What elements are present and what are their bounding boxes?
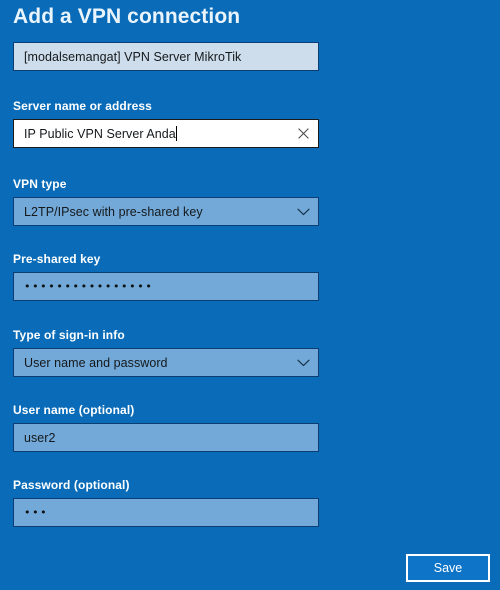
password-input[interactable]: ••• <box>13 498 319 527</box>
user-name-label: User name (optional) <box>13 403 135 417</box>
server-address-label: Server name or address <box>13 99 152 113</box>
server-address-value-wrap: IP Public VPN Server Anda <box>14 126 288 141</box>
field-pre-shared-key: Pre-shared key •••••••••••••••• <box>13 252 319 301</box>
field-signin-type: Type of sign-in info User name and passw… <box>13 328 319 377</box>
password-label: Password (optional) <box>13 478 130 492</box>
server-address-value: IP Public VPN Server Anda <box>24 127 176 141</box>
user-name-value: user2 <box>24 430 56 445</box>
chevron-down-icon[interactable] <box>288 349 318 376</box>
save-button[interactable]: Save <box>406 554 490 582</box>
vpn-type-value: L2TP/IPsec with pre-shared key <box>24 204 203 219</box>
pre-shared-key-value: •••••••••••••••• <box>24 280 154 293</box>
close-icon[interactable] <box>288 120 318 147</box>
page-title: Add a VPN connection <box>13 5 241 28</box>
field-password: Password (optional) ••• <box>13 478 319 527</box>
connection-name-input[interactable]: [modalsemangat] VPN Server MikroTik <box>13 42 319 71</box>
user-name-input[interactable]: user2 <box>13 423 319 452</box>
server-address-input[interactable]: IP Public VPN Server Anda <box>13 119 319 148</box>
signin-type-dropdown[interactable]: User name and password <box>13 348 319 377</box>
field-server-address: Server name or address IP Public VPN Ser… <box>13 99 319 148</box>
vpn-type-label: VPN type <box>13 177 67 191</box>
vpn-type-dropdown[interactable]: L2TP/IPsec with pre-shared key <box>13 197 319 226</box>
add-vpn-connection-dialog: Add a VPN connection [modalsemangat] VPN… <box>0 0 500 590</box>
connection-name-value: [modalsemangat] VPN Server MikroTik <box>24 49 242 64</box>
signin-type-value: User name and password <box>24 355 168 370</box>
text-caret <box>175 126 177 141</box>
chevron-down-icon[interactable] <box>288 198 318 225</box>
field-connection-name: [modalsemangat] VPN Server MikroTik <box>13 42 319 71</box>
field-user-name: User name (optional) user2 <box>13 403 319 452</box>
password-value: ••• <box>24 506 49 519</box>
pre-shared-key-label: Pre-shared key <box>13 252 101 266</box>
pre-shared-key-input[interactable]: •••••••••••••••• <box>13 272 319 301</box>
signin-type-label: Type of sign-in info <box>13 328 125 342</box>
field-vpn-type: VPN type L2TP/IPsec with pre-shared key <box>13 177 319 226</box>
